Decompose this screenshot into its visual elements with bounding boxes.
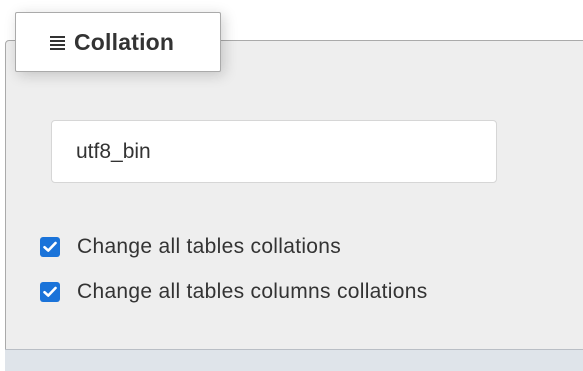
list-lines-icon [50,36,65,50]
option-label[interactable]: Change all tables collations [77,235,341,259]
checkbox-checked-icon[interactable] [40,282,60,302]
fieldset-footer [5,349,583,371]
legend-title: Collation [74,28,175,55]
checkbox-checked-icon[interactable] [40,237,60,257]
option-label[interactable]: Change all tables columns collations [77,280,428,304]
collation-input[interactable] [51,120,497,183]
collation-legend: Collation [15,12,221,72]
option-change-columns-collations[interactable]: Change all tables columns collations [40,280,428,304]
collation-page: Collation Change all tables collations C… [0,0,583,371]
option-change-tables-collations[interactable]: Change all tables collations [40,235,341,259]
collation-fieldset [5,40,583,371]
